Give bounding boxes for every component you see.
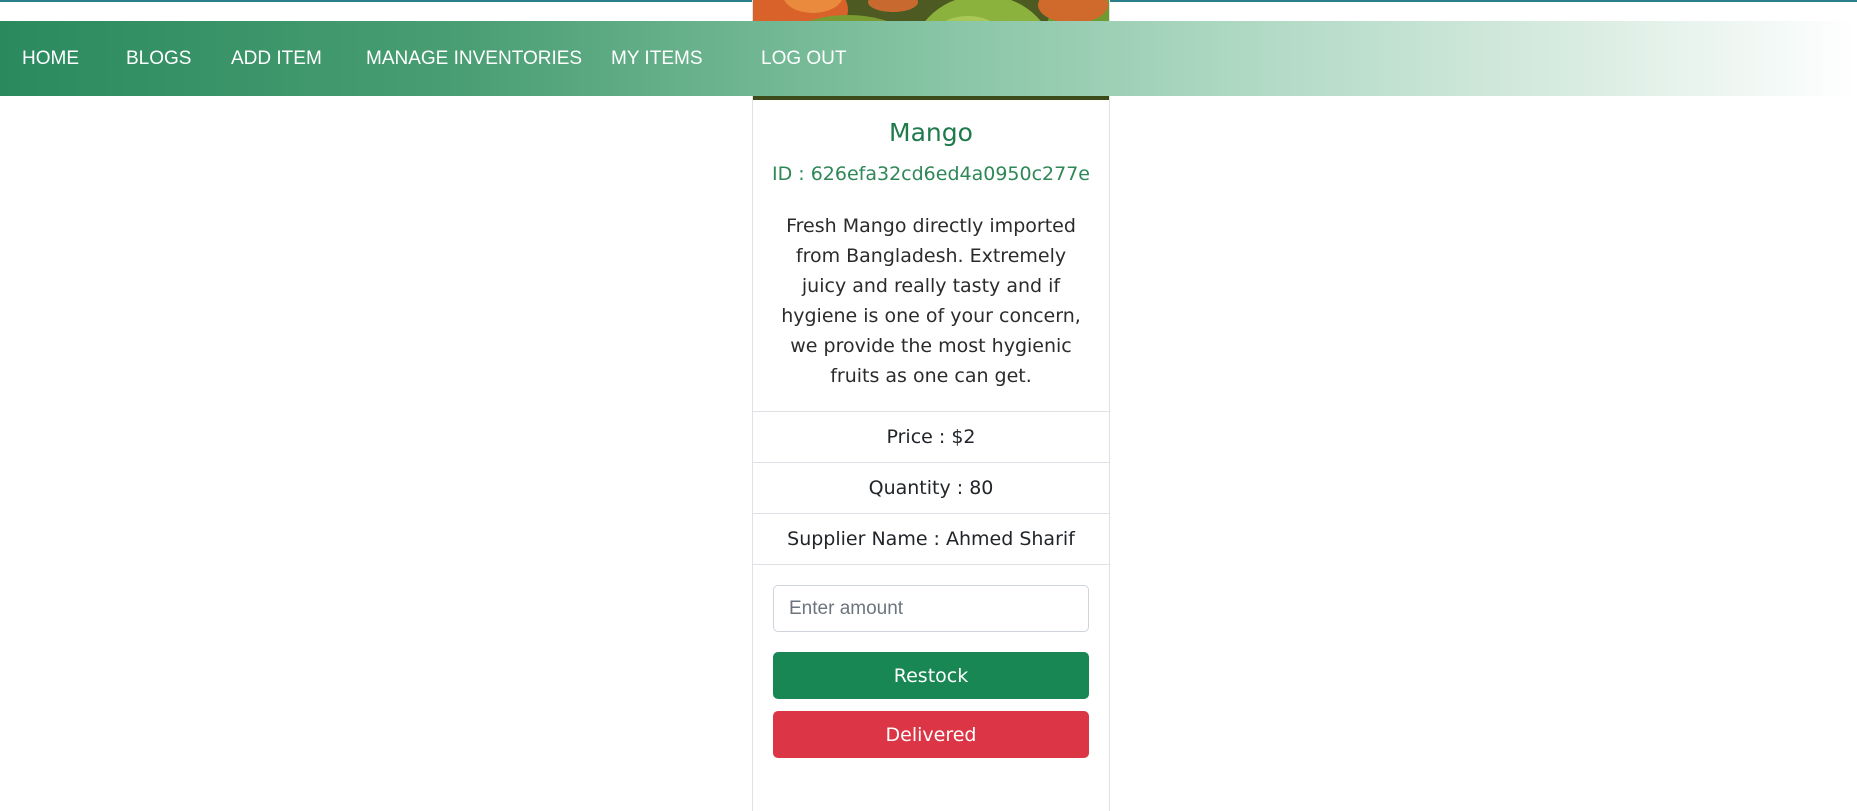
nav-home[interactable]: HOME bbox=[22, 21, 79, 96]
item-quantity: Quantity : 80 bbox=[753, 462, 1109, 513]
nav-add-item[interactable]: ADD ITEM bbox=[231, 21, 322, 96]
nav-manage-inventories[interactable]: MANAGE INVENTORIES bbox=[366, 21, 582, 96]
nav-blogs[interactable]: BLOGS bbox=[126, 21, 191, 96]
nav-log-out[interactable]: LOG OUT bbox=[761, 21, 847, 96]
item-id: ID : 626efa32cd6ed4a0950c277e bbox=[771, 163, 1090, 185]
item-name: Mango bbox=[889, 118, 973, 147]
list-divider bbox=[753, 564, 1109, 565]
nav-my-items[interactable]: MY ITEMS bbox=[611, 21, 703, 96]
item-card: Mango ID : 626efa32cd6ed4a0950c277e Fres… bbox=[752, 0, 1110, 811]
item-supplier: Supplier Name : Ahmed Sharif bbox=[753, 513, 1109, 564]
delivered-button[interactable]: Delivered bbox=[773, 711, 1089, 758]
item-description: Fresh Mango directly imported from Bangl… bbox=[781, 215, 1081, 387]
item-price: Price : $2 bbox=[753, 411, 1109, 462]
page: HOME BLOGS ADD ITEM MANAGE INVENTORIES M… bbox=[0, 0, 1857, 811]
restock-button[interactable]: Restock bbox=[773, 652, 1089, 699]
amount-input[interactable] bbox=[773, 585, 1089, 632]
navbar: HOME BLOGS ADD ITEM MANAGE INVENTORIES M… bbox=[0, 21, 1857, 96]
